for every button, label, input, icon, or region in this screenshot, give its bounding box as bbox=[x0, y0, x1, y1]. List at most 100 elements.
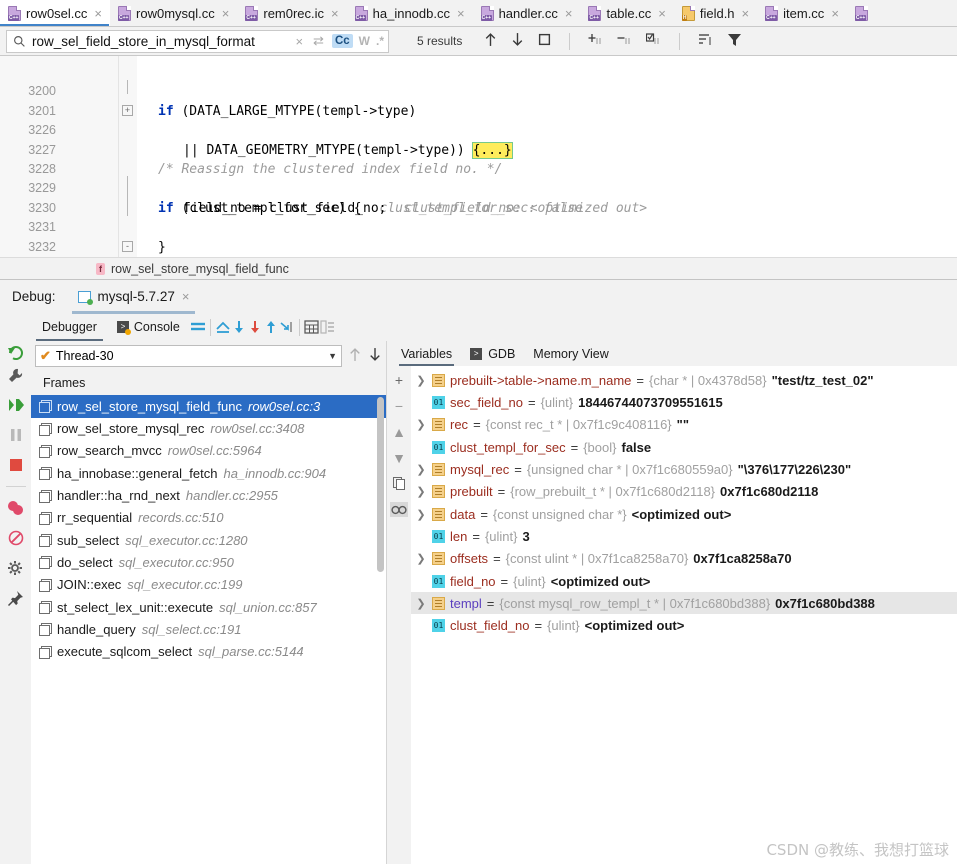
find-next-icon[interactable] bbox=[511, 32, 524, 50]
code-lines[interactable]: 3199 3200 if (DATA_LARGE_MTYPE(templ->ty… bbox=[0, 56, 957, 257]
frame-row[interactable]: do_select sql_executor.cc:950 bbox=[31, 551, 386, 573]
breadcrumb-function-label[interactable]: row_sel_store_mysql_field_func bbox=[111, 262, 289, 276]
stop-program-icon[interactable] bbox=[6, 456, 26, 474]
filter-icon[interactable] bbox=[727, 32, 742, 50]
search-history-icon[interactable]: ⇄ bbox=[311, 33, 326, 49]
editor-tab-row0mysql[interactable]: C++ row0mysql.cc × bbox=[110, 0, 238, 26]
frame-row[interactable]: row_sel_store_mysql_field_func row0sel.c… bbox=[31, 395, 386, 418]
add-occurrence-icon[interactable] bbox=[588, 32, 603, 50]
code-line[interactable]: 3229 field_no = clust_field_no; clust_fie… bbox=[0, 160, 957, 215]
frames-list[interactable]: row_sel_store_mysql_field_func row0sel.c… bbox=[31, 395, 386, 864]
variable-row[interactable]: ❯ mysql_rec = {unsigned char * | 0x7f1c6… bbox=[411, 458, 957, 480]
code-line[interactable]: 3227 /* Reassign the clustered index fie… bbox=[0, 121, 957, 177]
code-line[interactable]: 3228 - if (clust_templ_for_sec) {clust_t… bbox=[0, 141, 957, 252]
code-line[interactable]: 3231 bbox=[0, 199, 957, 234]
debug-session-tab[interactable]: mysql-5.7.27 × bbox=[71, 280, 196, 314]
rerun-icon[interactable] bbox=[6, 344, 26, 362]
editor-tab-field-h[interactable]: H field.h × bbox=[673, 0, 758, 26]
gear-icon[interactable] bbox=[6, 559, 26, 577]
variable-row[interactable]: ❯ prebuilt = {row_prebuilt_t * | 0x7f1c6… bbox=[411, 481, 957, 503]
frame-row[interactable]: handle_query sql_select.cc:191 bbox=[31, 618, 386, 640]
chevron-right-icon[interactable]: ❯ bbox=[415, 418, 427, 431]
move-down-icon[interactable]: ▼ bbox=[390, 450, 408, 466]
step-out-icon[interactable] bbox=[263, 319, 279, 335]
find-in-selection-icon[interactable] bbox=[698, 32, 713, 50]
variable-row[interactable]: ❯ rec = {const rec_t * | 0x7f1c9c408116}… bbox=[411, 414, 957, 436]
step-into-icon[interactable] bbox=[247, 319, 263, 335]
view-breakpoints-icon[interactable] bbox=[6, 499, 26, 517]
code-editor[interactable]: 3199 3200 if (DATA_LARGE_MTYPE(templ->ty… bbox=[0, 56, 957, 258]
frame-row[interactable]: st_select_lex_unit::execute sql_union.cc… bbox=[31, 596, 386, 618]
close-icon[interactable]: × bbox=[455, 7, 465, 20]
remove-watch-icon[interactable]: − bbox=[390, 398, 408, 414]
frame-row[interactable]: execute_sqlcom_select sql_parse.cc:5144 bbox=[31, 640, 386, 662]
select-occurrences-icon[interactable] bbox=[646, 32, 661, 50]
frames-up-icon[interactable] bbox=[348, 347, 362, 365]
frame-row[interactable]: sub_select sql_executor.cc:1280 bbox=[31, 529, 386, 551]
show-execution-point-icon[interactable] bbox=[215, 319, 231, 335]
layout-settings-icon[interactable] bbox=[190, 319, 206, 335]
mute-breakpoints-icon[interactable] bbox=[6, 529, 26, 547]
evaluate-expression-icon[interactable] bbox=[304, 319, 320, 335]
pause-program-icon[interactable] bbox=[6, 426, 26, 444]
close-icon[interactable]: × bbox=[92, 7, 102, 20]
clear-search-icon[interactable]: × bbox=[293, 34, 305, 49]
editor-tab-row0sel[interactable]: C++ row0sel.cc × bbox=[0, 0, 111, 26]
close-icon[interactable]: × bbox=[329, 7, 339, 20]
code-line[interactable]: 3230 - } bbox=[0, 179, 957, 255]
code-line[interactable]: 3201 + || DATA_GEOMETRY_MTYPE(templ->typ… bbox=[0, 82, 957, 159]
close-icon[interactable]: × bbox=[563, 7, 573, 20]
close-icon[interactable]: × bbox=[182, 289, 190, 304]
settings-layout-icon[interactable] bbox=[320, 319, 336, 335]
tab-memory-view[interactable]: Memory View bbox=[531, 341, 610, 366]
code-line[interactable]: 3200 if (DATA_LARGE_MTYPE(templ->type) bbox=[0, 63, 957, 118]
variable-row[interactable]: ❯ prebuilt->table->name.m_name = {char *… bbox=[411, 369, 957, 391]
close-icon[interactable]: × bbox=[656, 7, 666, 20]
editor-tab-ha-innodb[interactable]: C++ ha_innodb.cc × bbox=[346, 0, 473, 26]
editor-tab-item[interactable]: C++ item.cc × bbox=[757, 0, 847, 26]
regex-toggle[interactable]: .* bbox=[376, 34, 384, 48]
step-over-icon[interactable] bbox=[231, 319, 247, 335]
frame-row[interactable]: row_search_mvcc row0sel.cc:5964 bbox=[31, 440, 386, 462]
code-line[interactable]: 3232 row_sel_field_store_in_mysql_format… bbox=[0, 218, 957, 254]
variable-row[interactable]: 01 field_no = {ulint} <optimized out> bbox=[411, 570, 957, 592]
chevron-right-icon[interactable]: ❯ bbox=[415, 508, 427, 521]
frame-row[interactable]: rr_sequential records.cc:510 bbox=[31, 507, 386, 529]
remove-occurrence-icon[interactable] bbox=[617, 32, 632, 50]
find-previous-icon[interactable] bbox=[484, 32, 497, 50]
code-line[interactable]: 3233 mysql_rec + templ->mysql_col_offset… bbox=[0, 238, 957, 257]
frame-row[interactable]: row_sel_store_mysql_rec row0sel.cc:3408 bbox=[31, 418, 386, 440]
frame-row[interactable]: ha_innobase::general_fetch ha_innodb.cc:… bbox=[31, 462, 386, 484]
settings-wrench-icon[interactable] bbox=[6, 366, 26, 384]
tab-debugger[interactable]: Debugger bbox=[32, 313, 107, 342]
editor-tab-handler[interactable]: C++ handler.cc × bbox=[472, 0, 581, 26]
variable-row[interactable]: 01 clust_field_no = {ulint} <optimized o… bbox=[411, 614, 957, 636]
variables-list[interactable]: ❯ prebuilt->table->name.m_name = {char *… bbox=[411, 366, 957, 864]
frames-scrollbar[interactable] bbox=[377, 397, 384, 573]
chevron-down-icon[interactable]: ▼ bbox=[328, 351, 337, 361]
pin-icon[interactable] bbox=[6, 589, 26, 607]
whole-words-toggle[interactable]: W bbox=[359, 34, 370, 48]
inspect-icon[interactable] bbox=[390, 502, 408, 518]
tab-variables[interactable]: Variables bbox=[399, 341, 455, 367]
chevron-right-icon[interactable]: ❯ bbox=[415, 485, 427, 498]
editor-tab-overflow[interactable]: C++ bbox=[846, 0, 876, 26]
close-icon[interactable]: × bbox=[220, 7, 230, 20]
thread-dropdown[interactable]: ✔ Thread-30 ▼ bbox=[35, 344, 342, 367]
tab-gdb[interactable]: > GDB bbox=[468, 341, 517, 366]
move-up-icon[interactable]: ▲ bbox=[390, 424, 408, 440]
search-input[interactable] bbox=[32, 33, 288, 49]
variable-row[interactable]: ❯ offsets = {const ulint * | 0x7f1ca8258… bbox=[411, 548, 957, 570]
variable-row-selected[interactable]: ❯ templ = {const mysql_row_templ_t * | 0… bbox=[411, 592, 957, 615]
resume-program-icon[interactable] bbox=[6, 396, 26, 414]
editor-tab-rem0rec[interactable]: C++ rem0rec.ic × bbox=[237, 0, 347, 26]
chevron-right-icon[interactable]: ❯ bbox=[415, 463, 427, 476]
variable-row[interactable]: 01 sec_field_no = {ulint} 18446744073709… bbox=[411, 392, 957, 414]
close-icon[interactable]: × bbox=[829, 7, 839, 20]
select-all-occurrences-icon[interactable] bbox=[538, 33, 551, 49]
search-field-wrapper[interactable]: × ⇄ Cc W .* bbox=[6, 29, 389, 53]
close-icon[interactable]: × bbox=[740, 7, 750, 20]
add-watch-icon[interactable]: + bbox=[390, 372, 408, 388]
chevron-right-icon[interactable]: ❯ bbox=[415, 374, 427, 387]
breadcrumb[interactable]: f row_sel_store_mysql_field_func bbox=[0, 257, 957, 280]
